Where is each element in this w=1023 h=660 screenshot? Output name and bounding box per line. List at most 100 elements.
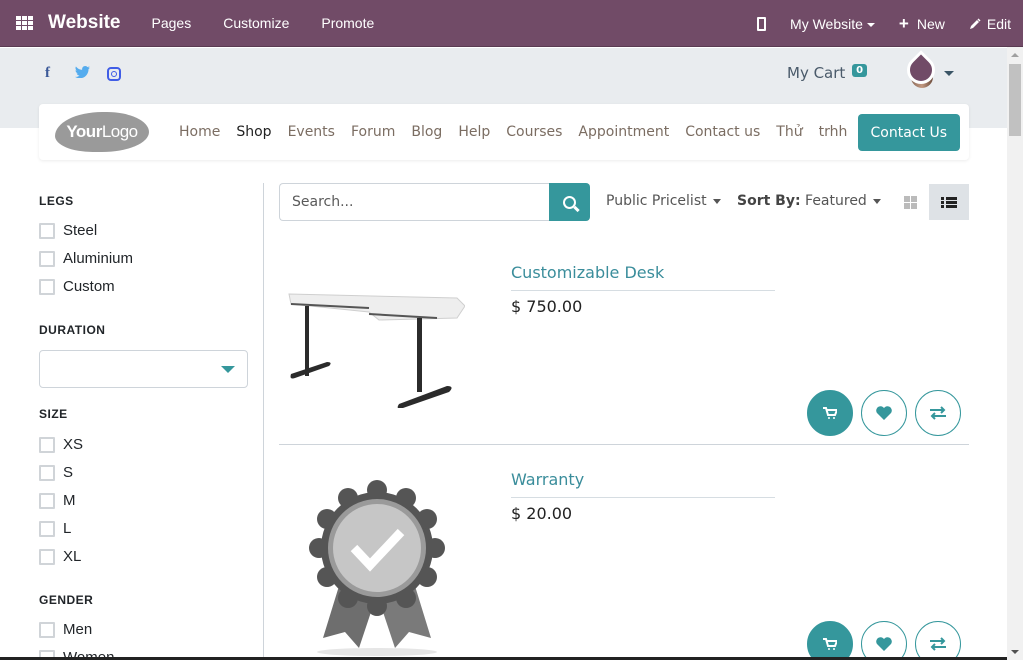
nav-help[interactable]: Help bbox=[458, 124, 490, 140]
nav-forum[interactable]: Forum bbox=[351, 124, 395, 140]
grid-icon bbox=[903, 195, 917, 209]
cart-label: My Cart bbox=[787, 64, 846, 82]
filter-size-s[interactable]: S bbox=[39, 464, 73, 481]
checkbox[interactable] bbox=[39, 464, 55, 481]
nav-blog[interactable]: Blog bbox=[411, 124, 442, 140]
nav-trhh[interactable]: trhh bbox=[819, 124, 848, 140]
product-image-warranty-badge[interactable] bbox=[309, 476, 445, 658]
nav-courses[interactable]: Courses bbox=[506, 124, 562, 140]
compare-button[interactable] bbox=[915, 390, 961, 436]
compare-arrows-icon bbox=[930, 637, 946, 651]
nav-events[interactable]: Events bbox=[288, 124, 335, 140]
logo-regular-text: Logo bbox=[101, 122, 138, 141]
pricelist-dropdown[interactable]: Public Pricelist bbox=[606, 193, 721, 209]
scroll-down-arrow-icon[interactable] bbox=[1011, 650, 1019, 654]
social-links: f bbox=[45, 65, 121, 82]
title-divider bbox=[511, 290, 775, 291]
compare-arrows-icon bbox=[930, 406, 946, 420]
search-button[interactable] bbox=[549, 183, 590, 221]
checkbox[interactable] bbox=[39, 278, 55, 295]
add-to-cart-button[interactable] bbox=[807, 621, 853, 660]
heart-icon bbox=[876, 406, 892, 420]
new-button[interactable]: + New bbox=[899, 15, 945, 32]
site-navbar: Your Logo Home Shop Events Forum Blog Hel… bbox=[39, 104, 969, 160]
compare-button[interactable] bbox=[915, 621, 961, 660]
duration-select[interactable] bbox=[39, 350, 248, 388]
mobile-preview-icon[interactable] bbox=[757, 16, 767, 31]
instagram-icon[interactable] bbox=[107, 66, 121, 81]
my-cart-link[interactable]: My Cart 0 bbox=[787, 64, 868, 82]
product-title[interactable]: Warranty bbox=[511, 470, 584, 489]
filter-option-label: Men bbox=[63, 621, 93, 638]
nav-home[interactable]: Home bbox=[179, 124, 220, 140]
edit-button[interactable]: Edit bbox=[969, 16, 1011, 32]
filter-size-xs[interactable]: XS bbox=[39, 436, 83, 453]
filter-size-xl[interactable]: XL bbox=[39, 548, 81, 565]
add-to-cart-button[interactable] bbox=[807, 390, 853, 436]
menu-pages[interactable]: Pages bbox=[152, 15, 192, 31]
filter-size-l[interactable]: L bbox=[39, 520, 71, 537]
contact-us-button[interactable]: Contact Us bbox=[857, 114, 960, 151]
checkbox[interactable] bbox=[39, 520, 55, 537]
nav-links: Home Shop Events Forum Blog Help Courses… bbox=[179, 124, 863, 140]
nav-contact-us[interactable]: Contact us bbox=[685, 124, 760, 140]
edit-label: Edit bbox=[986, 15, 1011, 32]
nav-shop[interactable]: Shop bbox=[236, 124, 271, 140]
checkbox[interactable] bbox=[39, 222, 55, 239]
caret-down-icon bbox=[872, 198, 881, 204]
site-logo[interactable]: Your Logo bbox=[55, 112, 149, 152]
sort-dropdown[interactable]: Sort By: Featured bbox=[737, 193, 881, 209]
filter-legs-steel[interactable]: Steel bbox=[39, 222, 97, 239]
checkbox[interactable] bbox=[39, 250, 55, 267]
scrollbar-thumb[interactable] bbox=[1009, 64, 1021, 136]
product-search-input[interactable]: Search... bbox=[279, 183, 551, 221]
checkbox[interactable] bbox=[39, 621, 55, 638]
new-label: New bbox=[916, 15, 945, 32]
product-title[interactable]: Customizable Desk bbox=[511, 263, 664, 282]
filter-title-duration: DURATION bbox=[39, 323, 106, 337]
product-row: Warranty $ 20.00 bbox=[279, 446, 969, 660]
product-price: $ 750.00 bbox=[511, 297, 583, 316]
caret-down-icon bbox=[221, 366, 235, 373]
filter-option-label: L bbox=[63, 520, 72, 537]
filter-gender-men[interactable]: Men bbox=[39, 621, 92, 638]
list-view-button[interactable] bbox=[929, 184, 969, 220]
scroll-up-arrow-icon[interactable] bbox=[1011, 53, 1019, 57]
product-image-desk[interactable] bbox=[287, 288, 465, 408]
cart-count-badge: 0 bbox=[852, 64, 868, 77]
add-to-wishlist-button[interactable] bbox=[861, 390, 907, 436]
filter-option-label: Custom bbox=[63, 278, 115, 295]
plus-icon: + bbox=[898, 14, 909, 33]
website-selector[interactable]: My Website bbox=[790, 16, 875, 32]
user-menu-caret-icon[interactable] bbox=[944, 71, 954, 76]
menu-customize[interactable]: Customize bbox=[223, 15, 289, 31]
checkbox[interactable] bbox=[39, 436, 55, 453]
page-scrollbar[interactable] bbox=[1007, 47, 1023, 660]
website-selector-label: My Website bbox=[790, 15, 863, 32]
list-icon bbox=[941, 196, 957, 208]
filter-legs-aluminium[interactable]: Aluminium bbox=[39, 250, 133, 267]
facebook-icon[interactable]: f bbox=[45, 65, 75, 82]
checkbox[interactable] bbox=[39, 548, 55, 565]
user-avatar[interactable] bbox=[901, 50, 941, 90]
logo-bold-text: Your bbox=[66, 122, 102, 141]
filter-legs-custom[interactable]: Custom bbox=[39, 278, 115, 295]
product-separator bbox=[279, 444, 969, 445]
search-placeholder: Search... bbox=[292, 194, 354, 210]
add-to-wishlist-button[interactable] bbox=[861, 621, 907, 660]
menu-promote[interactable]: Promote bbox=[321, 15, 374, 31]
sort-label: Sort By: bbox=[737, 193, 801, 209]
filter-option-label: M bbox=[63, 492, 76, 509]
twitter-icon[interactable] bbox=[75, 65, 107, 82]
apps-menu-icon[interactable] bbox=[16, 16, 34, 30]
admin-topbar: Website Pages Customize Promote My Websi… bbox=[0, 0, 1023, 47]
filter-option-label: Steel bbox=[63, 222, 98, 239]
grid-view-button[interactable] bbox=[892, 184, 928, 220]
filter-size-m[interactable]: M bbox=[39, 492, 76, 509]
app-brand[interactable]: Website bbox=[48, 12, 121, 34]
pencil-icon bbox=[969, 17, 981, 29]
checkbox[interactable] bbox=[39, 492, 55, 509]
nav-thu[interactable]: Thử bbox=[776, 124, 802, 140]
filter-title-legs: LEGS bbox=[39, 194, 74, 208]
nav-appointment[interactable]: Appointment bbox=[578, 124, 669, 140]
